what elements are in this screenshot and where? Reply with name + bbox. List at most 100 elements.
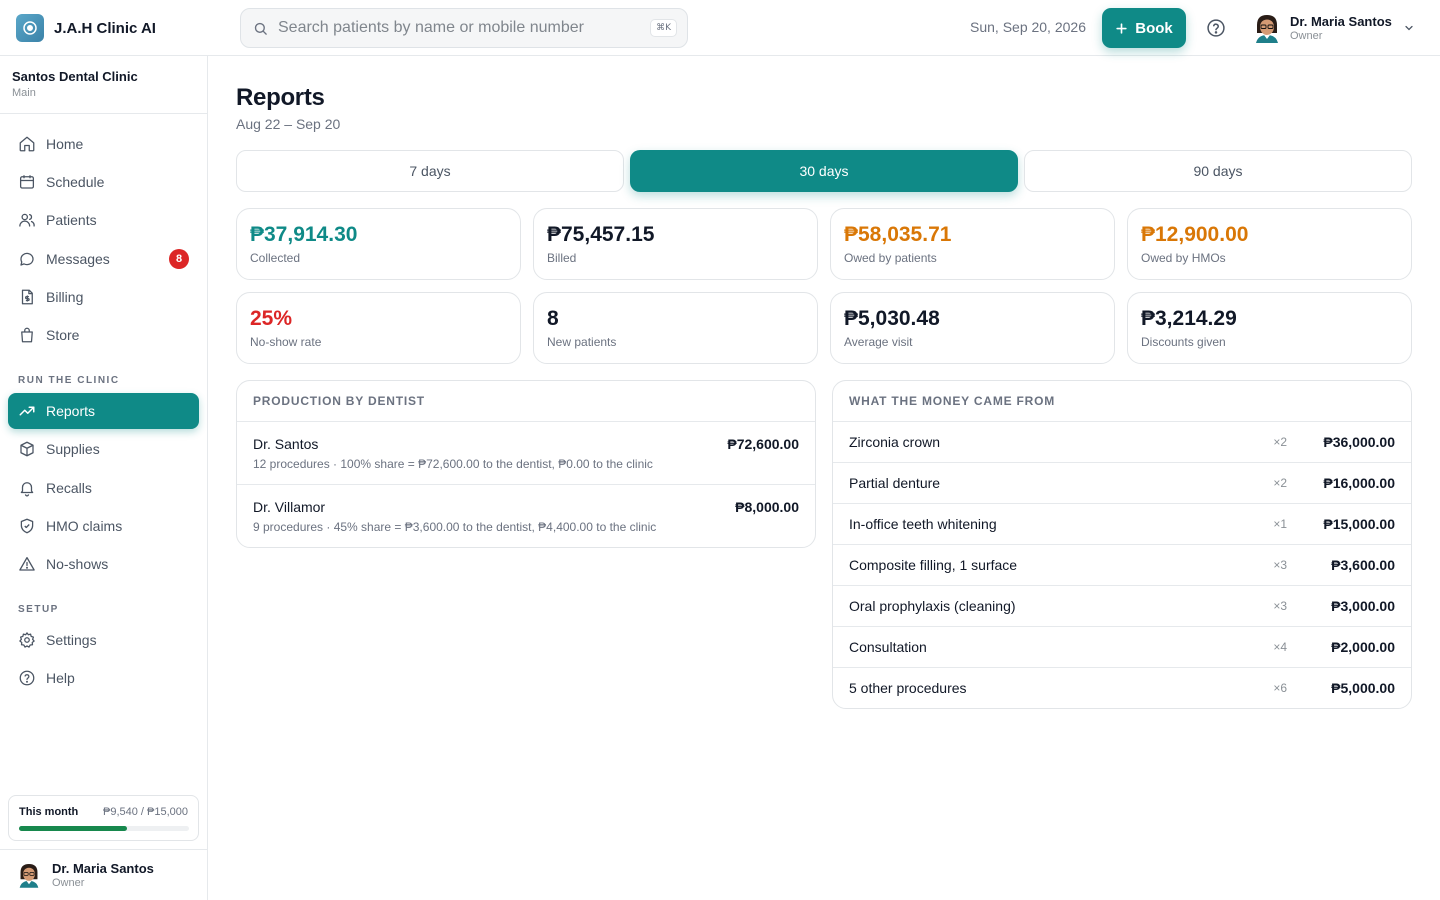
revenue-sources-card: WHAT THE MONEY CAME FROM Zirconia crown … [832,380,1412,709]
user-menu[interactable]: Dr. Maria Santos Owner [1254,13,1392,43]
user-role: Owner [1290,30,1323,42]
user-name: Dr. Maria Santos [1290,14,1392,29]
sidebar-item-schedule[interactable]: Schedule [8,164,199,200]
sidebar-item-label: No-shows [46,556,109,572]
procedure-name: In-office teeth whitening [849,516,997,532]
search-bar[interactable]: ⌘K [240,8,688,48]
tab-30-days[interactable]: 30 days [630,150,1018,192]
sidebar-item-hmo-claims[interactable]: HMO claims [8,508,199,544]
dentist-detail: 12 procedures · 100% share = ₱72,600.00 … [253,457,653,471]
clinic-switcher[interactable]: Santos Dental Clinic Main [12,69,138,99]
plus-icon [1116,22,1127,34]
sidebar-item-label: Recalls [46,480,92,496]
sidebar-item-patients[interactable]: Patients [8,202,199,238]
stat-label: Owed by HMOs [1141,251,1226,265]
procedure-amount: ₱36,000.00 [1323,434,1395,450]
monthly-budget-progress-fill [19,826,128,831]
procedure-name: 5 other procedures [849,680,967,696]
stat-card-new-patients: 8 New patients [533,292,818,364]
sidebar-item-no-shows[interactable]: No-shows [8,546,199,582]
stat-value: 8 [547,307,559,330]
procedure-row[interactable]: Partial denture ×2 ₱16,000.00 [833,463,1411,504]
procedure-amount: ₱5,000.00 [1331,680,1395,696]
dentist-name: Dr. Villamor [253,499,326,515]
sidebar-item-messages[interactable]: Messages 8 [8,241,199,277]
help-icon [19,670,35,686]
tab-7-days[interactable]: 7 days [236,150,624,192]
message-icon [20,252,34,266]
tab-90-days[interactable]: 90 days [1024,150,1412,192]
procedure-row[interactable]: Composite filling, 1 surface ×3 ₱3,600.0… [833,545,1411,586]
sidebar-item-settings[interactable]: Settings [8,622,199,658]
procedure-amount: ₱3,600.00 [1331,557,1395,573]
sidebar-item-label: Reports [46,403,96,419]
monthly-budget-value: ₱9,540 / ₱15,000 [102,806,188,818]
stat-card-discounts-given: ₱3,214.29 Discounts given [1127,292,1412,364]
sidebar-item-label: HMO claims [46,518,123,534]
divider [0,113,207,114]
procedure-amount: ₱16,000.00 [1323,475,1395,491]
procedure-amount: ₱3,000.00 [1331,598,1395,614]
search-shortcut-hint: ⌘K [650,19,677,37]
tooth-logo-icon [16,14,44,42]
stat-card-no-show-rate: 25% No-show rate [236,292,521,364]
search-icon [254,22,267,35]
warning-icon [19,556,35,571]
sidebar-item-label: Billing [46,289,84,305]
dentist-name: Dr. Santos [253,436,319,452]
card-title: WHAT THE MONEY CAME FROM [833,381,1411,422]
sidebar-item-reports[interactable]: Reports [8,393,199,429]
procedure-name: Oral prophylaxis (cleaning) [849,598,1016,614]
procedure-row[interactable]: Oral prophylaxis (cleaning) ×3 ₱3,000.00 [833,586,1411,627]
book-button[interactable]: Book [1102,8,1186,48]
current-date: Sun, Sep 20, 2026 [970,19,1086,35]
search-input[interactable] [278,19,651,37]
brand[interactable]: J.A.H Clinic AI [16,14,156,42]
procedure-row[interactable]: Consultation ×4 ₱2,000.00 [833,627,1411,668]
sidebar-item-help[interactable]: Help [8,660,199,696]
sidebar-item-label: Supplies [46,441,100,457]
shopping-bag-icon [21,327,33,343]
procedure-name: Partial denture [849,475,941,491]
help-icon[interactable] [1206,18,1226,38]
procedure-amount: ₱2,000.00 [1331,639,1395,655]
chevron-down-icon[interactable] [1403,22,1415,34]
section-label-setup: SETUP [18,604,59,615]
stat-value: ₱3,214.29 [1141,307,1237,330]
dentist-detail: 9 procedures · 45% share = ₱3,600.00 to … [253,520,657,534]
sidebar-user[interactable]: Dr. Maria Santos Owner [18,861,154,894]
stat-label: No-show rate [250,335,322,349]
sidebar-item-supplies[interactable]: Supplies [8,431,199,467]
page-title: Reports [236,84,325,111]
procedure-row[interactable]: In-office teeth whitening ×1 ₱15,000.00 [833,504,1411,545]
stat-label: Billed [547,251,577,265]
sidebar-item-label: Store [46,327,80,343]
procedure-row[interactable]: Zirconia crown ×2 ₱36,000.00 [833,422,1411,463]
sidebar: Santos Dental Clinic Main Home Schedule … [0,56,208,900]
gear-icon [19,632,35,648]
procedure-row[interactable]: 5 other procedures ×6 ₱5,000.00 [833,668,1411,708]
stat-card-average-visit: ₱5,030.48 Average visit [830,292,1115,364]
dentist-amount: ₱72,600.00 [727,436,799,452]
user-role: Owner [52,877,85,889]
card-title: PRODUCTION BY DENTIST [237,381,815,422]
users-icon [19,213,35,227]
sidebar-item-store[interactable]: Store [8,317,199,353]
sidebar-item-home[interactable]: Home [8,126,199,162]
unread-badge: 8 [169,249,189,269]
sidebar-item-recalls[interactable]: Recalls [8,470,199,506]
procedure-count: ×3 [1273,599,1287,613]
procedure-count: ×2 [1273,476,1287,490]
procedure-count: ×2 [1273,435,1287,449]
sidebar-item-billing[interactable]: Billing [8,279,199,315]
dentist-row[interactable]: Dr. Villamor ₱8,000.00 9 procedures · 45… [237,485,815,547]
stat-value: ₱12,900.00 [1141,223,1249,246]
bell-icon [20,482,34,497]
avatar [1256,15,1278,43]
dentist-row[interactable]: Dr. Santos ₱72,600.00 12 procedures · 10… [237,422,815,485]
receipt-icon [21,289,33,305]
book-label: Book [1135,19,1173,37]
clinic-name: Santos Dental Clinic [12,69,138,84]
page-date-range: Aug 22 – Sep 20 [236,116,341,132]
home-icon [19,136,35,152]
